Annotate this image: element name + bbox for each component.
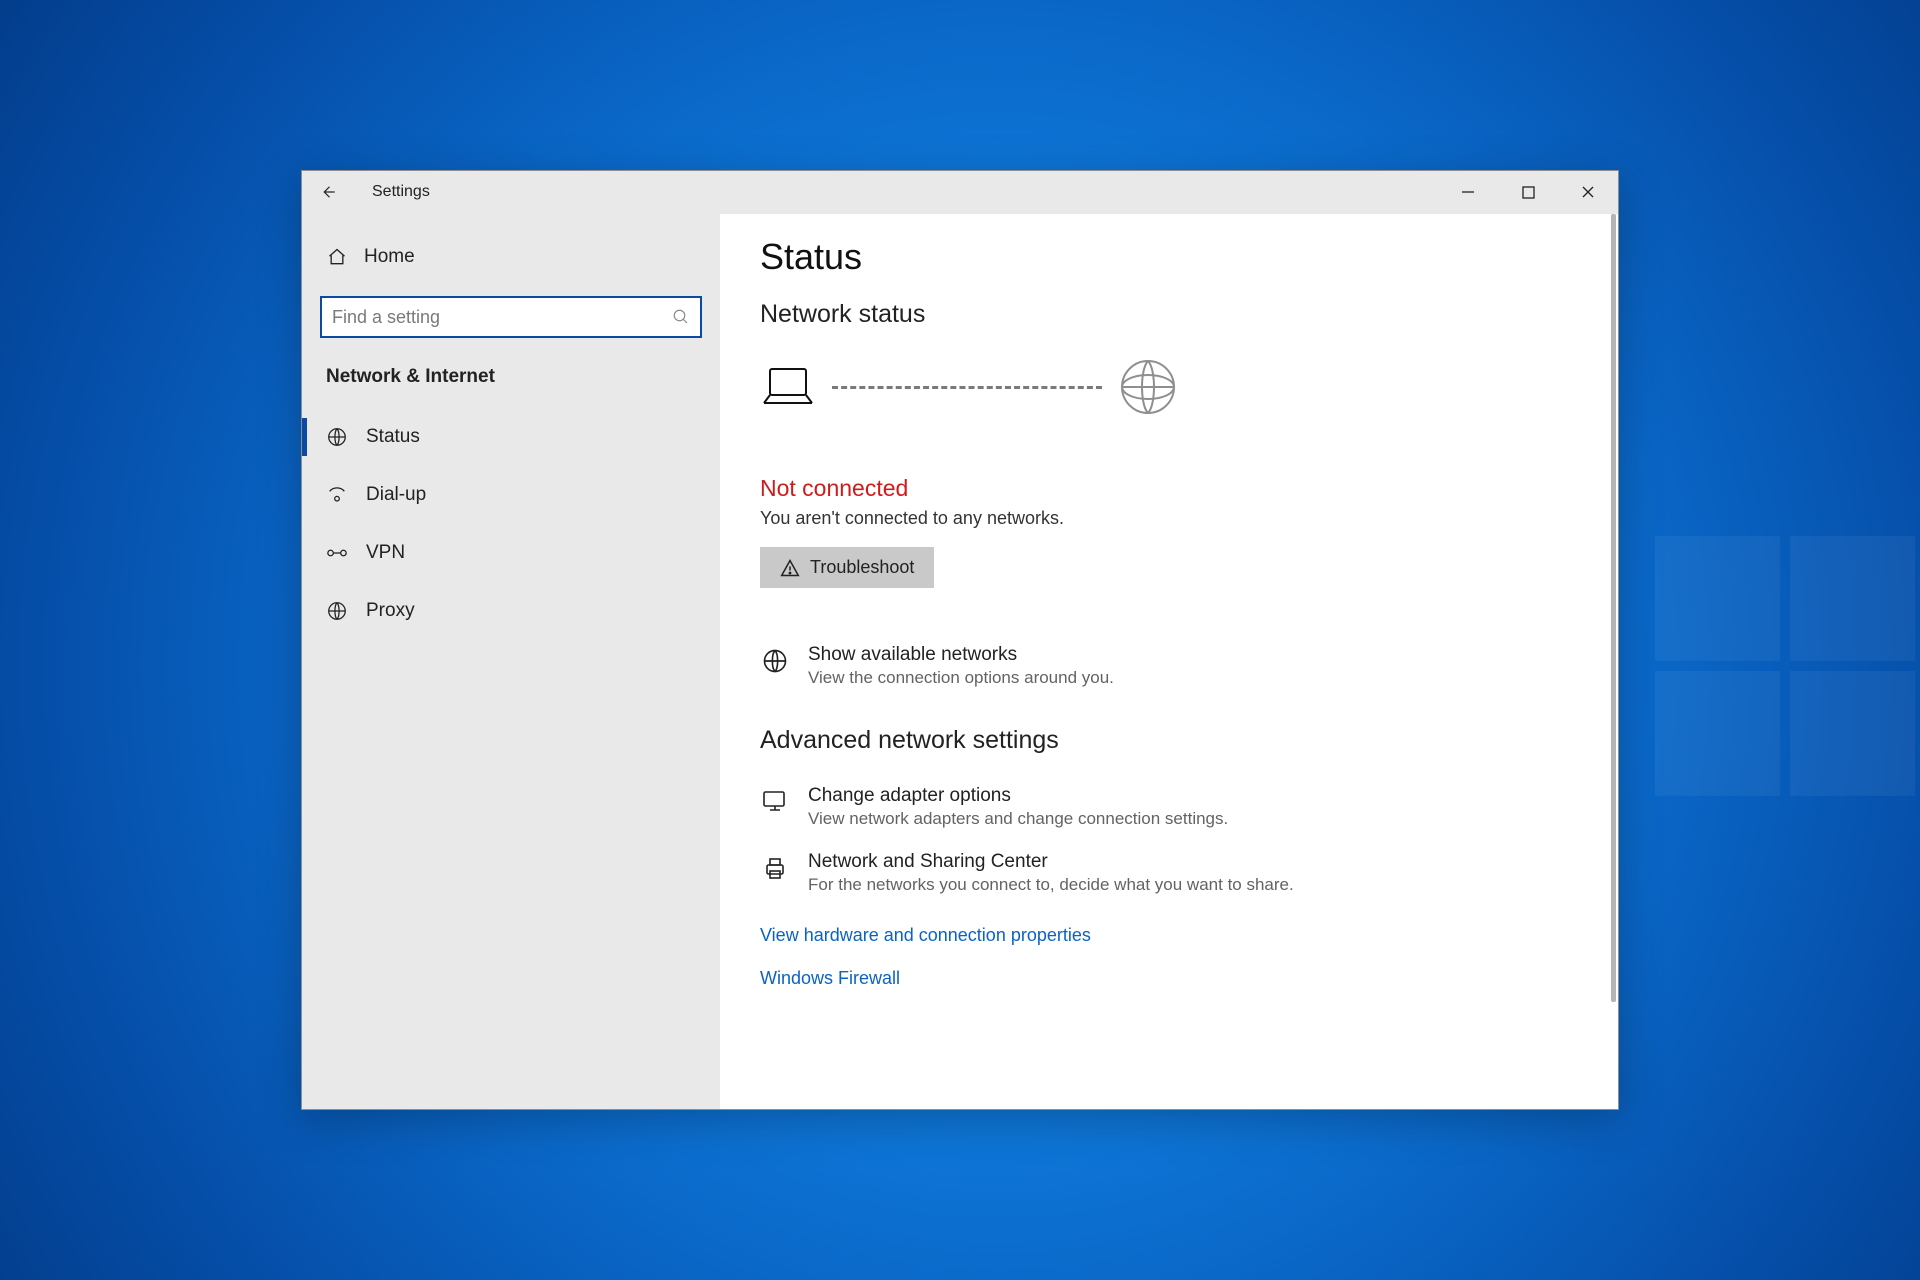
maximize-icon: [1522, 186, 1535, 199]
search-input[interactable]: [332, 307, 672, 328]
search-box[interactable]: [320, 296, 702, 338]
network-diagram: [760, 357, 1578, 417]
sidebar: Home Network & Internet Status: [302, 214, 720, 1109]
search-wrap: [302, 296, 720, 350]
link-hardware-properties[interactable]: View hardware and connection properties: [760, 925, 1578, 946]
window-body: Home Network & Internet Status: [302, 214, 1618, 1109]
sidebar-item-label: VPN: [366, 542, 405, 564]
monitor-icon: [760, 787, 790, 817]
link-windows-firewall[interactable]: Windows Firewall: [760, 968, 1578, 989]
warning-icon: [780, 558, 800, 578]
home-label: Home: [364, 246, 415, 268]
close-icon: [1581, 185, 1595, 199]
back-button[interactable]: [312, 176, 344, 208]
sidebar-home[interactable]: Home: [302, 236, 720, 278]
sidebar-category: Network & Internet: [302, 350, 720, 396]
status-subtext: You aren't connected to any networks.: [760, 508, 1578, 529]
sidebar-item-proxy[interactable]: Proxy: [302, 582, 720, 640]
sidebar-item-label: Status: [366, 426, 420, 448]
minimize-icon: [1461, 185, 1475, 199]
minimize-button[interactable]: [1438, 171, 1498, 213]
laptop-icon: [760, 365, 816, 409]
printer-icon: [760, 853, 790, 883]
maximize-button[interactable]: [1498, 171, 1558, 213]
vpn-icon: [326, 542, 348, 564]
globe-large-icon: [1118, 357, 1178, 417]
show-networks-sub: View the connection options around you.: [808, 668, 1114, 688]
troubleshoot-button[interactable]: Troubleshoot: [760, 547, 934, 588]
sharing-center-block[interactable]: Network and Sharing Center For the netwo…: [760, 851, 1578, 895]
diagram-dashes: [832, 386, 1102, 389]
show-networks-block[interactable]: Show available networks View the connect…: [760, 644, 1578, 688]
sidebar-item-vpn[interactable]: VPN: [302, 524, 720, 582]
app-title: Settings: [372, 183, 430, 201]
scrollbar[interactable]: [1611, 214, 1616, 1002]
adapter-title: Change adapter options: [808, 785, 1228, 807]
content-area: Status Network status Not connected You …: [720, 214, 1618, 1109]
globe-wire-icon: [326, 426, 348, 448]
sidebar-nav: Status Dial-up VPN: [302, 408, 720, 640]
status-heading: Not connected: [760, 475, 1578, 502]
sharing-title: Network and Sharing Center: [808, 851, 1294, 873]
globe-wire-icon: [760, 646, 790, 676]
sidebar-item-status[interactable]: Status: [302, 408, 720, 466]
titlebar[interactable]: Settings: [302, 171, 1618, 214]
window-controls: [1438, 171, 1618, 213]
search-icon: [672, 308, 690, 326]
adapter-sub: View network adapters and change connect…: [808, 809, 1228, 829]
sidebar-item-label: Dial-up: [366, 484, 426, 506]
troubleshoot-label: Troubleshoot: [810, 557, 914, 578]
proxy-icon: [326, 600, 348, 622]
home-icon: [326, 246, 348, 268]
sharing-sub: For the networks you connect to, decide …: [808, 875, 1294, 895]
show-networks-title: Show available networks: [808, 644, 1114, 666]
back-arrow-icon: [319, 183, 337, 201]
dialup-icon: [326, 484, 348, 506]
settings-window: Settings Home: [301, 170, 1619, 1110]
page-title: Status: [760, 236, 1578, 278]
close-button[interactable]: [1558, 171, 1618, 213]
sidebar-item-label: Proxy: [366, 600, 415, 622]
section-network-status: Network status: [760, 300, 1578, 329]
adapter-options-block[interactable]: Change adapter options View network adap…: [760, 785, 1578, 829]
section-advanced: Advanced network settings: [760, 726, 1578, 755]
sidebar-item-dialup[interactable]: Dial-up: [302, 466, 720, 524]
